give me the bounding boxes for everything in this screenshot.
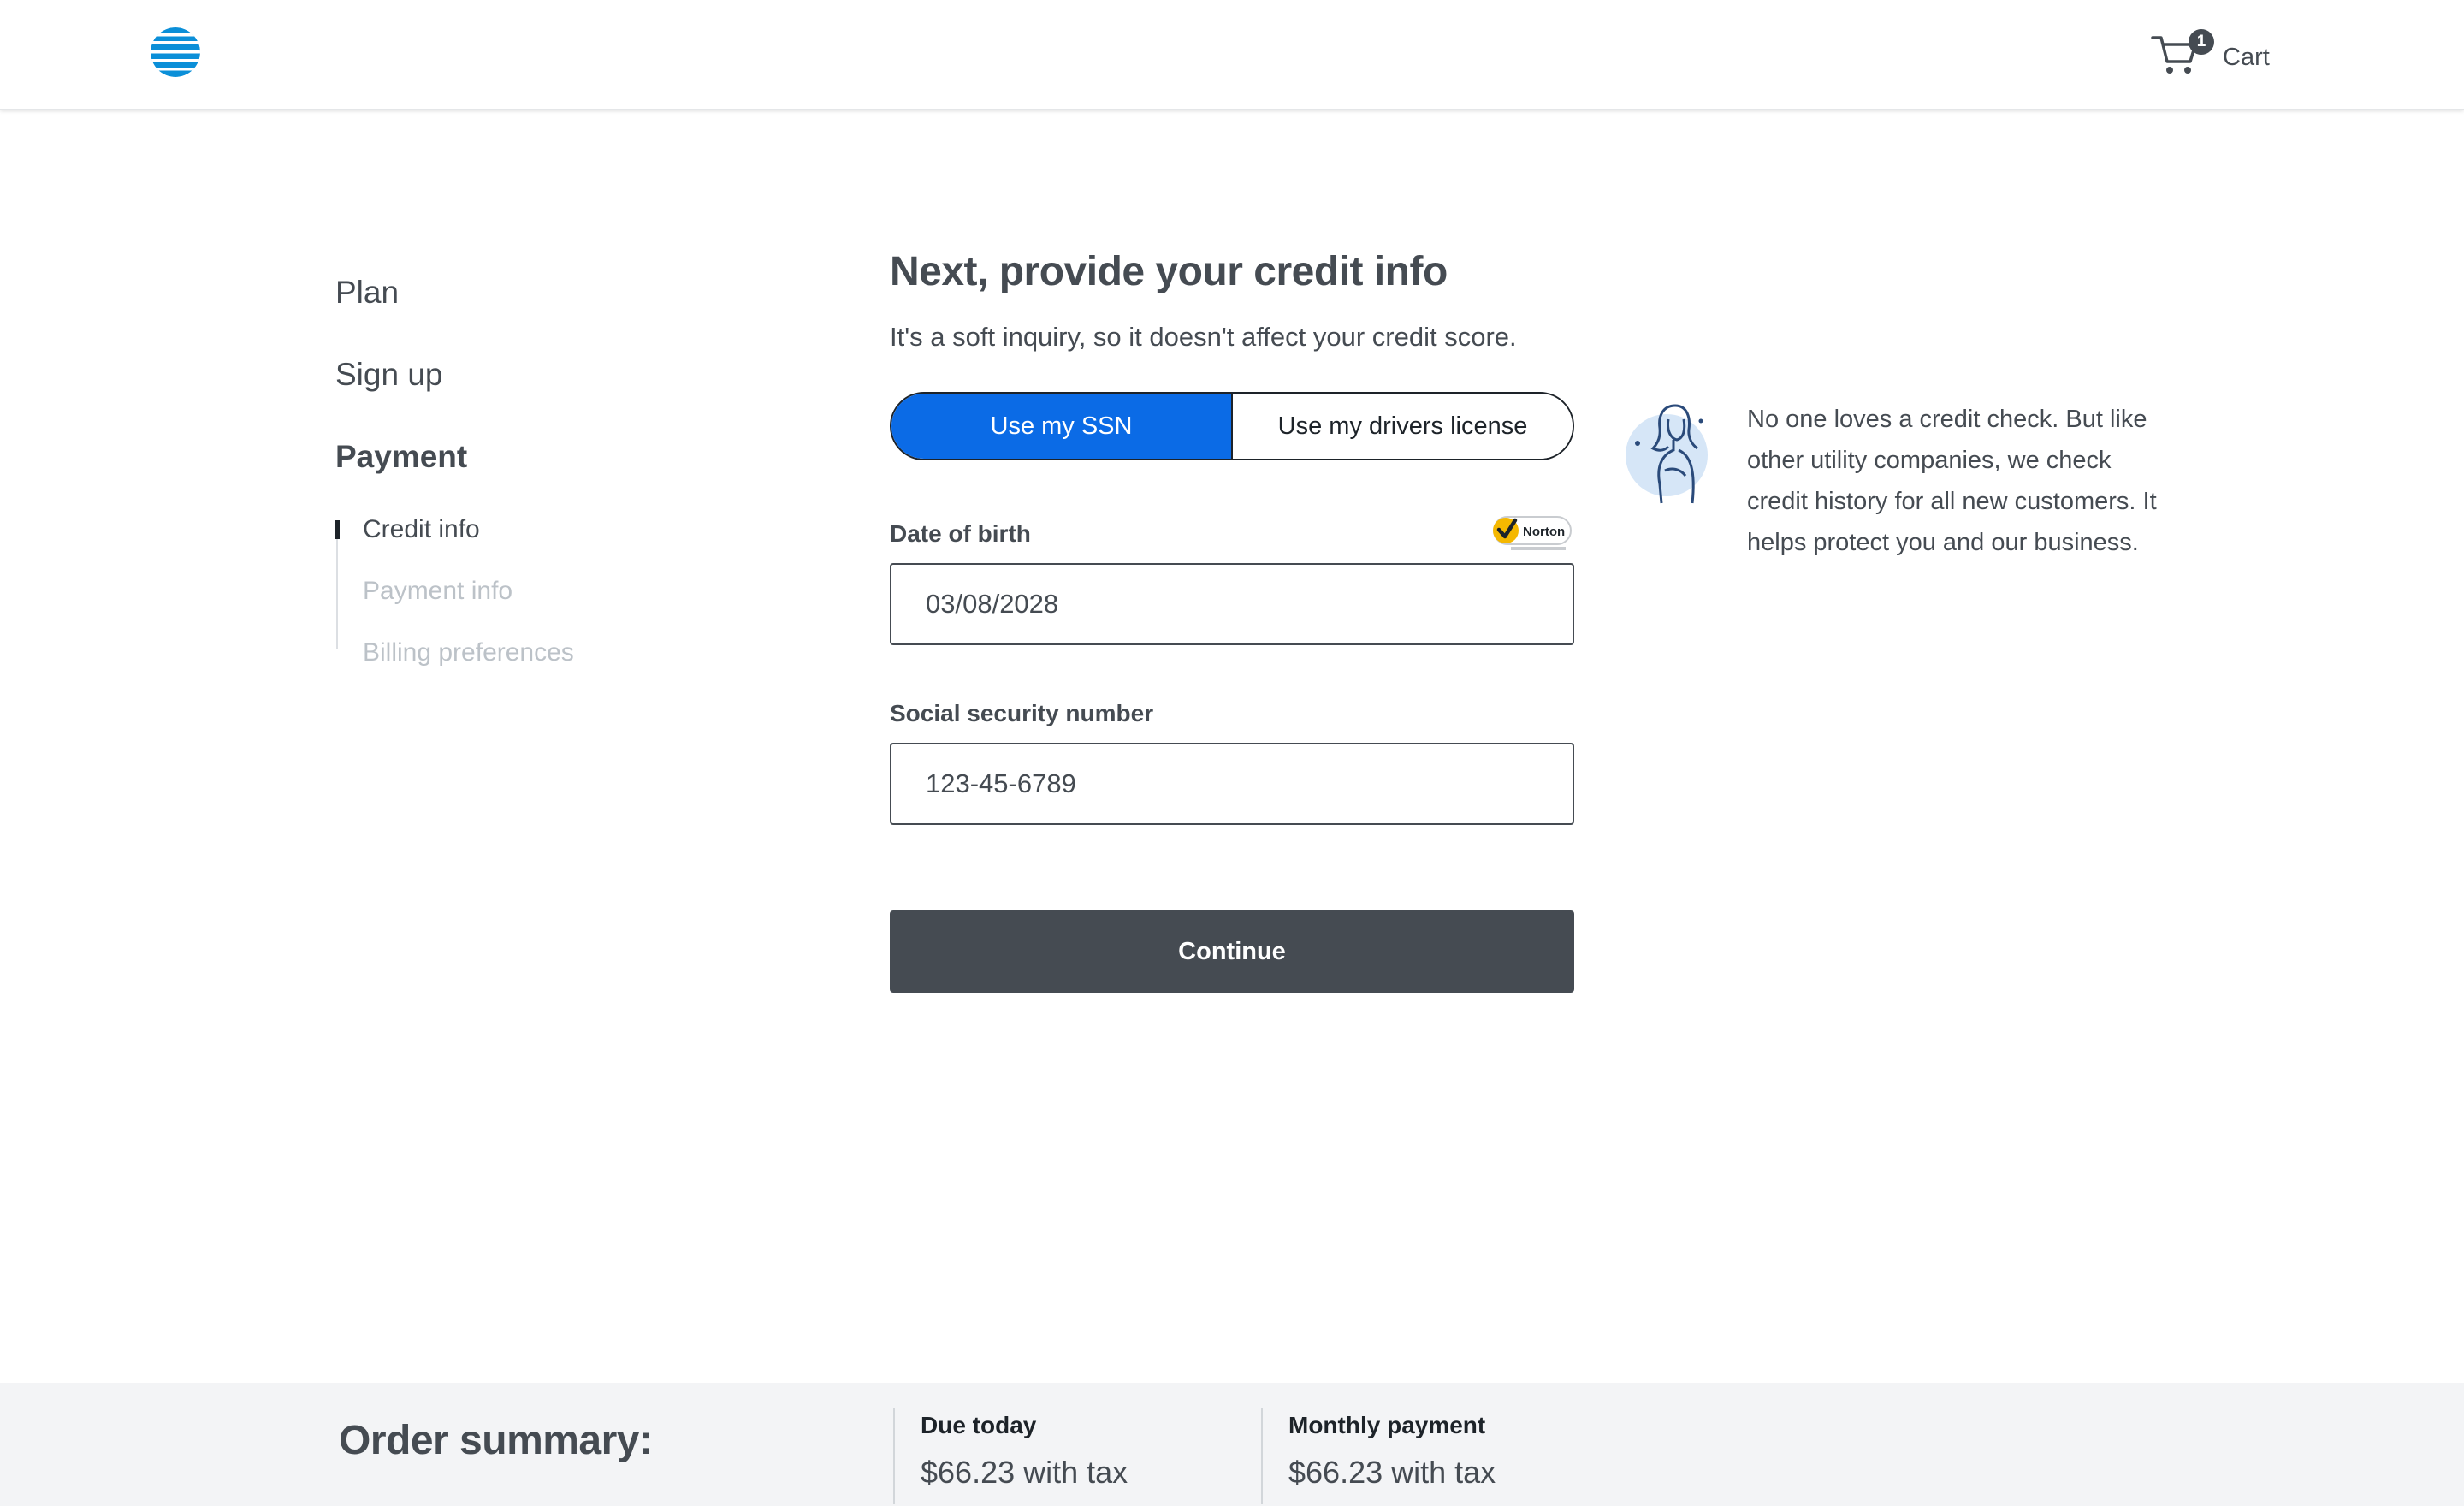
id-method-toggle: Use my SSN Use my drivers license — [890, 392, 1574, 460]
nav-step-plan[interactable]: Plan — [335, 267, 678, 318]
dob-label-row: Date of birth Norton — [890, 515, 1574, 553]
cart-count-badge: 1 — [2189, 29, 2214, 55]
credit-info-form: Next, provide your credit info It's a so… — [890, 241, 1574, 993]
cart-icon: 1 — [2151, 29, 2214, 79]
page-subtitle: It's a soft inquiry, so it doesn't affec… — [890, 322, 1517, 352]
use-drivers-license-button[interactable]: Use my drivers license — [1233, 394, 1573, 459]
substep-billing-preferences: Billing preferences — [363, 638, 574, 667]
payment-substeps: Credit info Payment info Billing prefere… — [335, 507, 678, 691]
site-header: 1 Cart — [0, 0, 2464, 110]
nav-step-sign-up[interactable]: Sign up — [335, 349, 678, 400]
checkout-steps-nav: Plan Sign up Payment Credit info Payment… — [335, 267, 678, 691]
person-illustration-icon — [1626, 404, 1708, 504]
due-today-label: Due today — [921, 1412, 1037, 1438]
use-ssn-button[interactable]: Use my SSN — [891, 394, 1233, 459]
norton-badge-icon: Norton — [1493, 516, 1572, 550]
cart-link[interactable]: 1 Cart — [2151, 29, 2270, 79]
credit-check-note-text: No one loves a credit check. But like ot… — [1747, 406, 2157, 556]
continue-button[interactable]: Continue — [890, 910, 1574, 993]
monthly-payment-column: Monthly payment $66.23 with tax — [1261, 1408, 1496, 1504]
ssn-label-row: Social security number — [890, 695, 1574, 732]
att-logo-icon[interactable] — [149, 26, 202, 79]
nav-step-payment[interactable]: Payment — [335, 431, 678, 483]
due-today-column: Due today $66.23 with tax — [893, 1408, 1128, 1504]
monthly-payment-value: $66.23 with tax — [1288, 1455, 1496, 1490]
substep-current-marker — [335, 520, 340, 539]
ssn-input[interactable]: 123-45-6789 — [890, 743, 1574, 825]
substep-track — [336, 520, 338, 649]
dob-label: Date of birth — [890, 520, 1031, 547]
svg-text:Norton: Norton — [1523, 525, 1565, 539]
dob-value: 03/08/2028 — [926, 589, 1059, 619]
monthly-payment-label: Monthly payment — [1288, 1412, 1486, 1438]
substep-credit-info[interactable]: Credit info — [363, 507, 678, 568]
page-title: Next, provide your credit info — [890, 249, 1448, 294]
cart-label: Cart — [2223, 43, 2270, 71]
dob-input[interactable]: 03/08/2028 — [890, 563, 1574, 645]
due-today-value: $66.23 with tax — [921, 1455, 1128, 1490]
substep-payment-info: Payment info — [363, 577, 513, 605]
order-summary-bar: Order summary: Due today $66.23 with tax… — [0, 1383, 2464, 1506]
ssn-value: 123-45-6789 — [926, 768, 1076, 798]
order-summary-title[interactable]: Order summary: — [339, 1417, 653, 1464]
ssn-label: Social security number — [890, 700, 1154, 726]
